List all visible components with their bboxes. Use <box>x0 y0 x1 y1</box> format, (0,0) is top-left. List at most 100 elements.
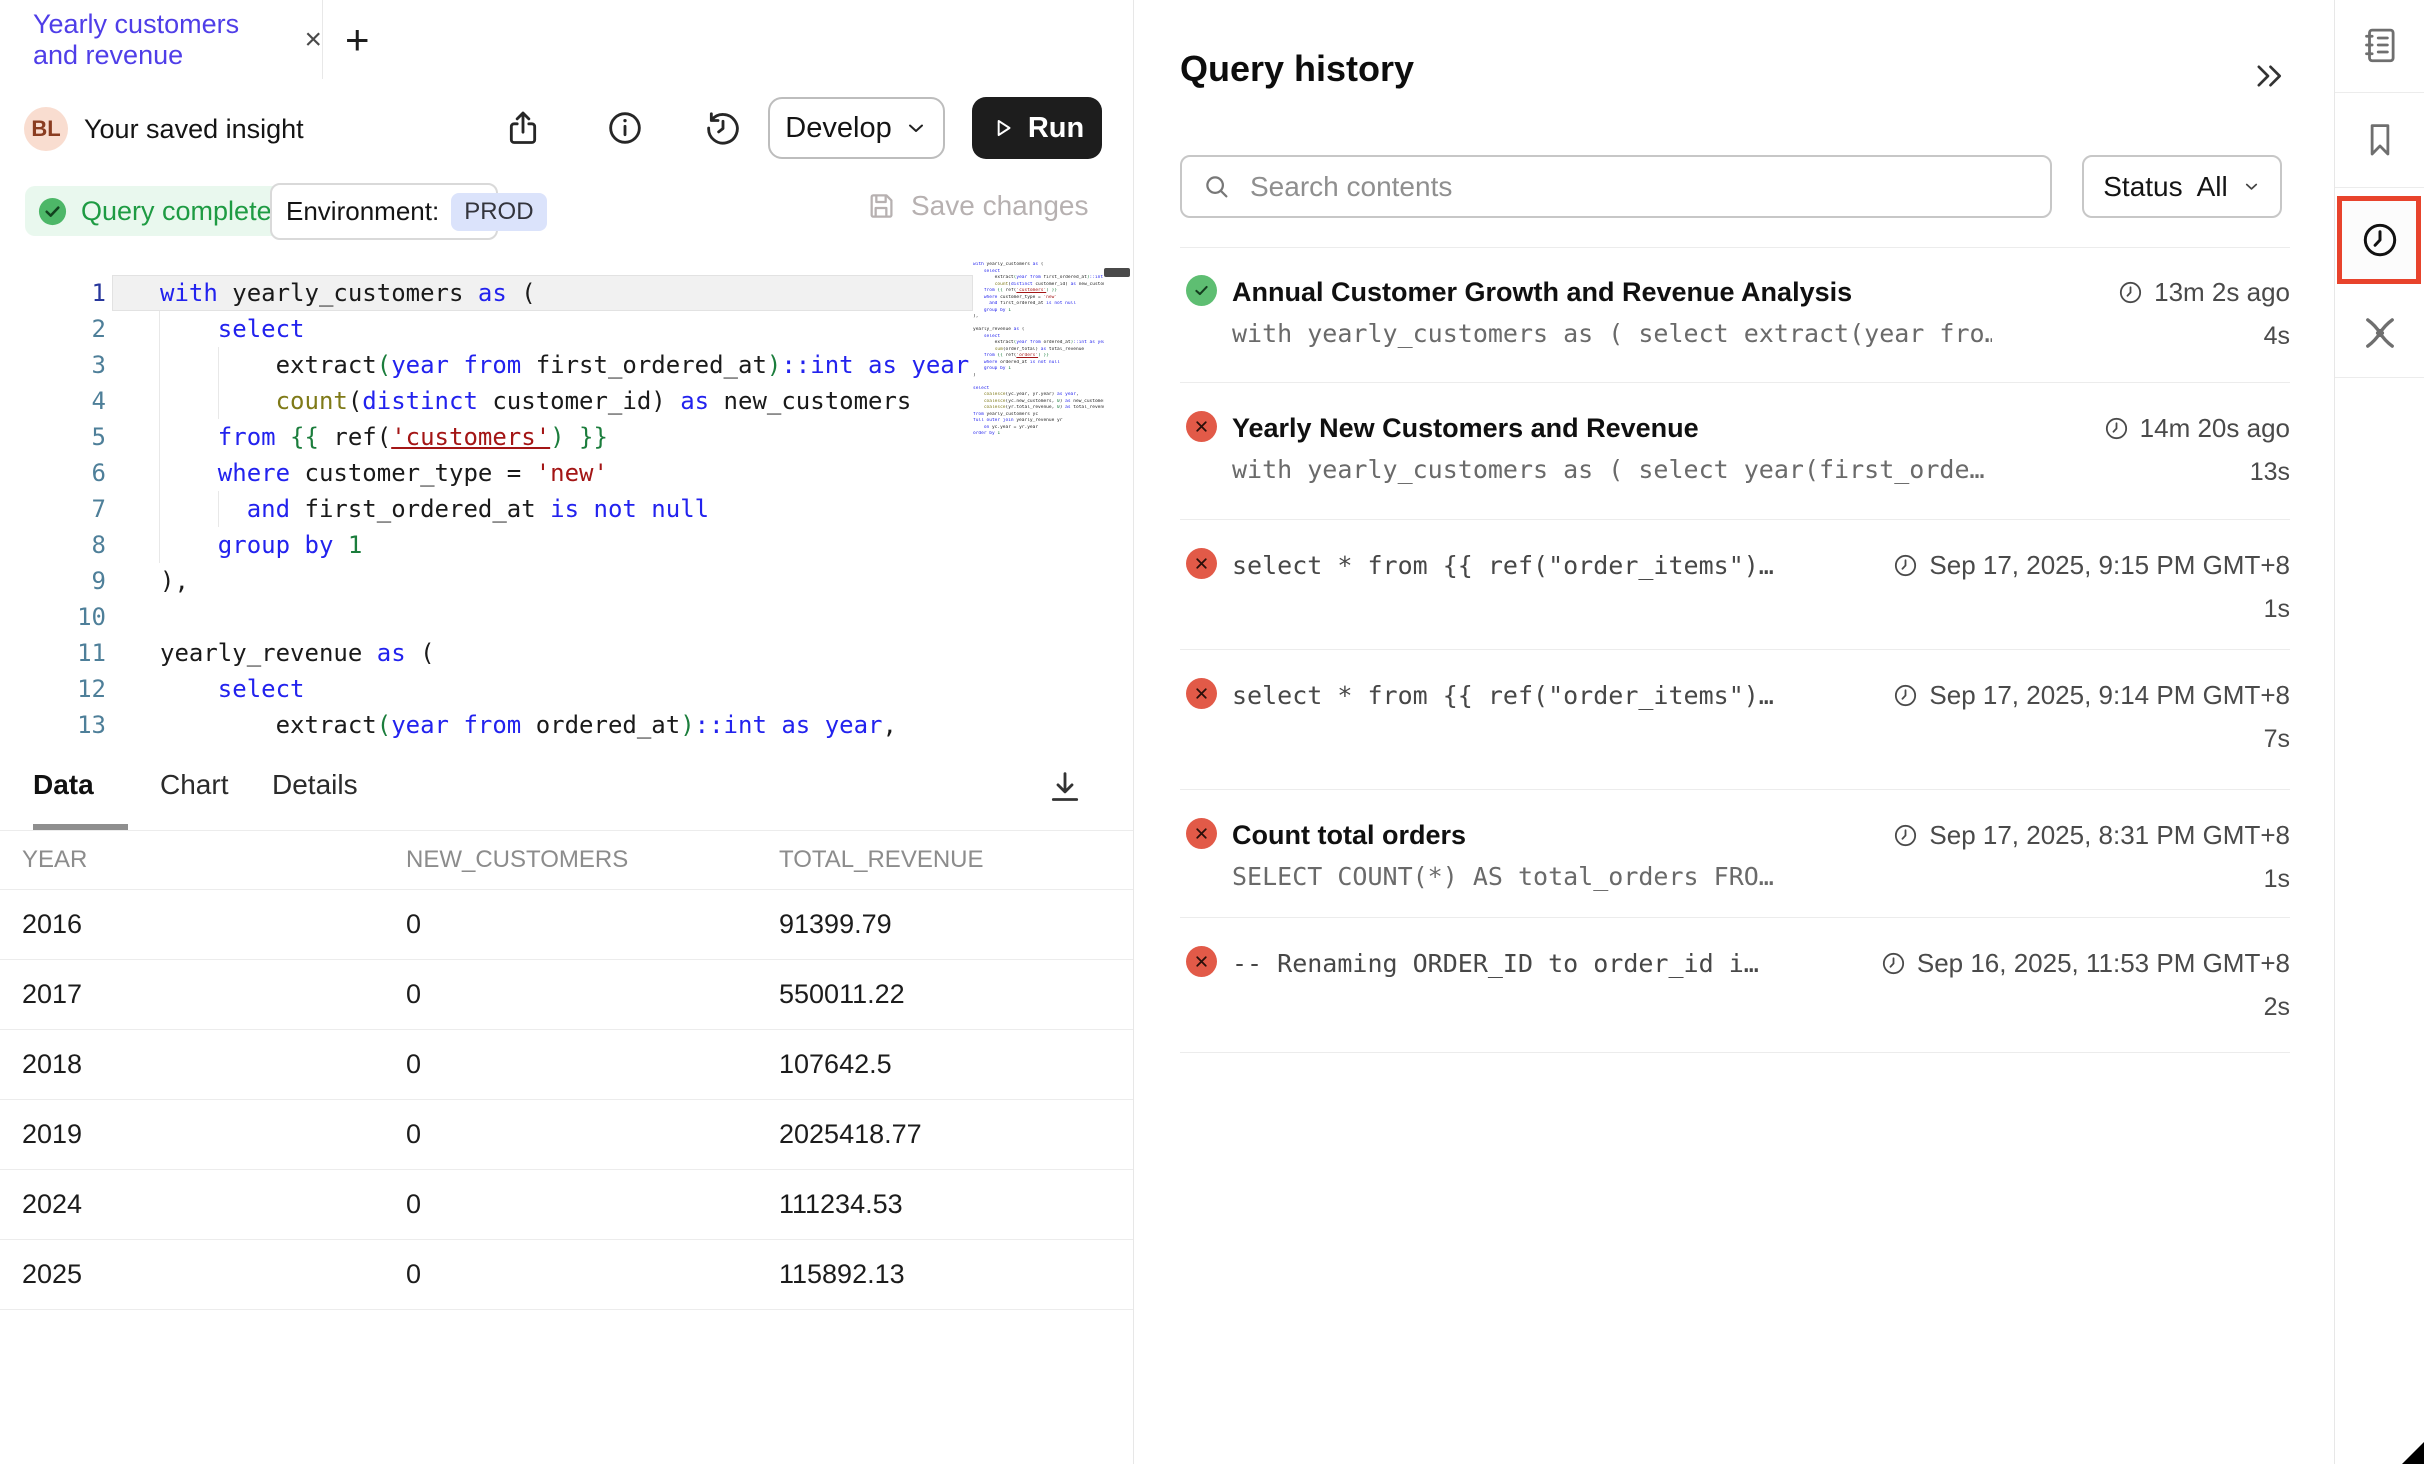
develop-button[interactable]: Develop <box>768 97 945 159</box>
line-number: 2 <box>0 311 112 347</box>
bookmark-icon[interactable] <box>2359 119 2401 161</box>
run-label: Run <box>1028 112 1084 145</box>
code-line[interactable]: 11yearly_revenue as ( <box>0 635 973 671</box>
history-item-time: Sep 17, 2025, 9:15 PM GMT+8 <box>1892 548 2290 582</box>
table-cell: 0 <box>406 1189 779 1220</box>
history-item-duration: 1s <box>2264 862 2290 896</box>
table-cell: 550011.22 <box>779 979 1133 1010</box>
save-changes-label: Save changes <box>911 190 1088 222</box>
x-icon <box>1193 555 1210 572</box>
clock-icon <box>2117 279 2144 306</box>
tab-title: Yearly customers and revenue <box>33 9 286 71</box>
code-line[interactable]: 2 select <box>0 311 973 347</box>
tab-close-icon[interactable]: × <box>304 25 322 55</box>
tab-data[interactable]: Data <box>33 769 94 801</box>
table-row[interactable]: 2016091399.79 <box>0 890 1133 960</box>
code-line[interactable]: 13 extract(year from ordered_at)::int as… <box>0 707 973 743</box>
editor-minimap[interactable]: with yearly_customers as ( select extrac… <box>973 262 1104 702</box>
resize-corner[interactable] <box>2402 1442 2424 1464</box>
code-line[interactable]: 9), <box>0 563 973 599</box>
success-badge <box>1186 275 1217 306</box>
line-number: 4 <box>0 383 112 419</box>
table-cell: 115892.13 <box>779 1259 1133 1290</box>
search-input[interactable] <box>1248 170 2030 204</box>
panel-divider[interactable] <box>1133 0 1134 1464</box>
table-row[interactable]: 20170550011.22 <box>0 960 1133 1030</box>
history-search-box[interactable] <box>1180 155 2052 218</box>
info-icon[interactable] <box>605 108 645 148</box>
line-number: 11 <box>0 635 112 671</box>
indent-guide <box>218 491 219 527</box>
run-button[interactable]: Run <box>972 97 1102 159</box>
history-item-title: -- Renaming ORDER_ID to order_id i… <box>1232 946 1759 982</box>
version-history-icon[interactable] <box>703 108 743 148</box>
table-cell: 2025 <box>22 1259 406 1290</box>
collapse-panel-icon[interactable] <box>2248 56 2288 96</box>
integrations-icon[interactable] <box>2359 312 2401 354</box>
develop-label: Develop <box>785 112 891 145</box>
table-cell: 2024 <box>22 1189 406 1220</box>
history-item[interactable]: select * from {{ ref("order_items")…Sep … <box>1180 520 2290 650</box>
check-icon <box>1192 281 1211 300</box>
code-line[interactable]: 12 select <box>0 671 973 707</box>
table-row[interactable]: 20250115892.13 <box>0 1240 1133 1310</box>
history-item[interactable]: select * from {{ ref("order_items")…Sep … <box>1180 650 2290 790</box>
avatar[interactable]: BL <box>24 107 68 151</box>
notebook-icon[interactable] <box>2359 24 2401 66</box>
history-item-time: 13m 2s ago <box>2117 275 2290 309</box>
history-item[interactable]: Count total ordersSep 17, 2025, 8:31 PM … <box>1180 790 2290 918</box>
download-icon[interactable] <box>1045 767 1085 807</box>
status-row: Query completed in 4s Environment: PROD … <box>0 177 1133 250</box>
divider <box>2335 187 2424 188</box>
editor-scrollbar-thumb[interactable] <box>1104 268 1130 277</box>
sql-editor[interactable]: 1with yearly_customers as (2 select3 ext… <box>0 250 1133 745</box>
code-line[interactable]: 1with yearly_customers as ( <box>0 275 973 311</box>
line-number: 12 <box>0 671 112 707</box>
table-cell: 107642.5 <box>779 1049 1133 1080</box>
code-line[interactable]: 5 from {{ ref('customers') }} <box>0 419 973 455</box>
share-icon[interactable] <box>503 108 543 148</box>
line-number: 10 <box>0 599 112 635</box>
history-item-query-preview: with yearly_customers as ( select extrac… <box>1232 319 1992 348</box>
environment-select[interactable]: Environment: PROD <box>270 183 498 240</box>
code-lines[interactable]: 1with yearly_customers as (2 select3 ext… <box>0 275 973 743</box>
table-row[interactable]: 20180107642.5 <box>0 1030 1133 1100</box>
table-cell: 2017 <box>22 979 406 1010</box>
table-row[interactable]: 20240111234.53 <box>0 1170 1133 1240</box>
status-filter-dropdown[interactable]: Status All <box>2082 155 2282 218</box>
environment-value-badge: PROD <box>451 193 546 231</box>
code-line[interactable]: 6 where customer_type = 'new' <box>0 455 973 491</box>
history-clock-icon[interactable] <box>2359 219 2401 261</box>
code-text: and first_ordered_at is not null <box>112 491 973 527</box>
save-changes-button[interactable]: Save changes <box>865 190 1088 222</box>
new-tab-button[interactable]: + <box>345 20 370 60</box>
code-line[interactable]: 8 group by 1 <box>0 527 973 563</box>
code-line[interactable]: 3 extract(year from first_ordered_at)::i… <box>0 347 973 383</box>
minimap-line: order by 1 <box>973 431 1104 438</box>
code-line[interactable]: 4 count(distinct customer_id) as new_cus… <box>0 383 973 419</box>
line-number: 1 <box>0 275 112 311</box>
code-line[interactable]: 10 <box>0 599 973 635</box>
history-item-title: Count total orders <box>1232 818 1466 852</box>
check-circle-icon <box>37 196 68 227</box>
history-item[interactable]: Annual Customer Growth and Revenue Analy… <box>1180 247 2290 383</box>
table-cell: 0 <box>406 1259 779 1290</box>
indent-guide <box>159 311 160 563</box>
tab-chart[interactable]: Chart <box>160 769 228 801</box>
history-item-duration: 4s <box>2264 319 2290 353</box>
history-item[interactable]: -- Renaming ORDER_ID to order_id i…Sep 1… <box>1180 918 2290 1053</box>
history-item[interactable]: Yearly New Customers and Revenue14m 20s … <box>1180 383 2290 520</box>
table-row[interactable]: 201902025418.77 <box>0 1100 1133 1170</box>
column-header: NEW_CUSTOMERS <box>406 846 779 874</box>
x-icon <box>1193 953 1210 970</box>
table-cell: 0 <box>406 909 779 940</box>
history-item-time: 14m 20s ago <box>2103 411 2290 445</box>
error-badge <box>1186 411 1217 442</box>
error-badge <box>1186 678 1217 709</box>
search-icon <box>1202 172 1232 202</box>
code-line[interactable]: 7 and first_ordered_at is not null <box>0 491 973 527</box>
x-icon <box>1193 685 1210 702</box>
tab-yearly-customers[interactable]: Yearly customers and revenue × <box>0 0 323 79</box>
tab-details[interactable]: Details <box>272 769 358 801</box>
code-text: ), <box>112 563 973 599</box>
